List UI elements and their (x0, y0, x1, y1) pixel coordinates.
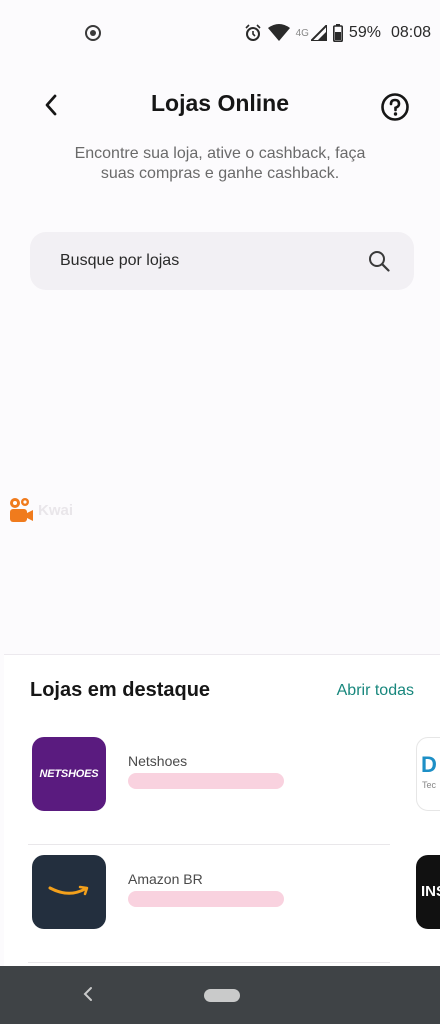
page-title: Lojas Online (150, 90, 290, 116)
open-all-link[interactable]: Abrir todas (337, 682, 414, 700)
status-bar: 4G 59% 08:08 (0, 0, 440, 66)
signal-icon (310, 25, 327, 41)
watermark-text: Kwai (38, 501, 74, 519)
screen-record-icon (85, 25, 101, 41)
amazon-logo (32, 855, 106, 929)
app-header: Lojas Online (0, 80, 440, 130)
search-box[interactable] (30, 232, 414, 290)
store-card-partial[interactable]: D Tec (416, 737, 440, 811)
alarm-icon (245, 24, 261, 41)
search-icon[interactable] (368, 250, 390, 272)
store-name: Netshoes (128, 753, 188, 769)
peek-logo-text: D (421, 752, 437, 777)
store-item-netshoes[interactable]: NETSHOES Netshoes (28, 727, 390, 845)
amazon-smile-icon (48, 885, 89, 896)
system-nav-bar (0, 966, 440, 1024)
store-item-amazon[interactable]: Amazon BR (28, 845, 390, 963)
netshoes-logo-text: NETSHOES (39, 768, 99, 780)
network-type: 4G (295, 27, 309, 39)
cashback-placeholder (128, 773, 284, 789)
kwai-logo-icon (10, 498, 33, 522)
peek-logo-text: INS (421, 883, 440, 900)
help-icon[interactable] (380, 92, 410, 122)
kwai-watermark: Kwai (8, 496, 73, 524)
nav-back-icon[interactable] (82, 986, 94, 1002)
featured-stores-section: Lojas em destaque Abrir todas NETSHOES N… (4, 654, 440, 966)
clock: 08:08 (390, 24, 431, 41)
peek-logo-subtext: Tec (422, 780, 437, 790)
cashback-placeholder (128, 891, 284, 907)
netshoes-logo: NETSHOES (32, 737, 106, 811)
search-input[interactable] (60, 232, 360, 290)
section-title: Lojas em destaque (30, 679, 211, 701)
battery-level: 59% (348, 24, 381, 41)
nav-home-button[interactable] (204, 989, 240, 1002)
battery-icon (332, 24, 343, 42)
wifi-icon (267, 24, 290, 41)
store-card-partial[interactable]: INS (416, 855, 440, 929)
page-subtitle: Encontre sua loja, ative o cashback, faç… (74, 145, 366, 182)
store-name: Amazon BR (128, 871, 203, 887)
